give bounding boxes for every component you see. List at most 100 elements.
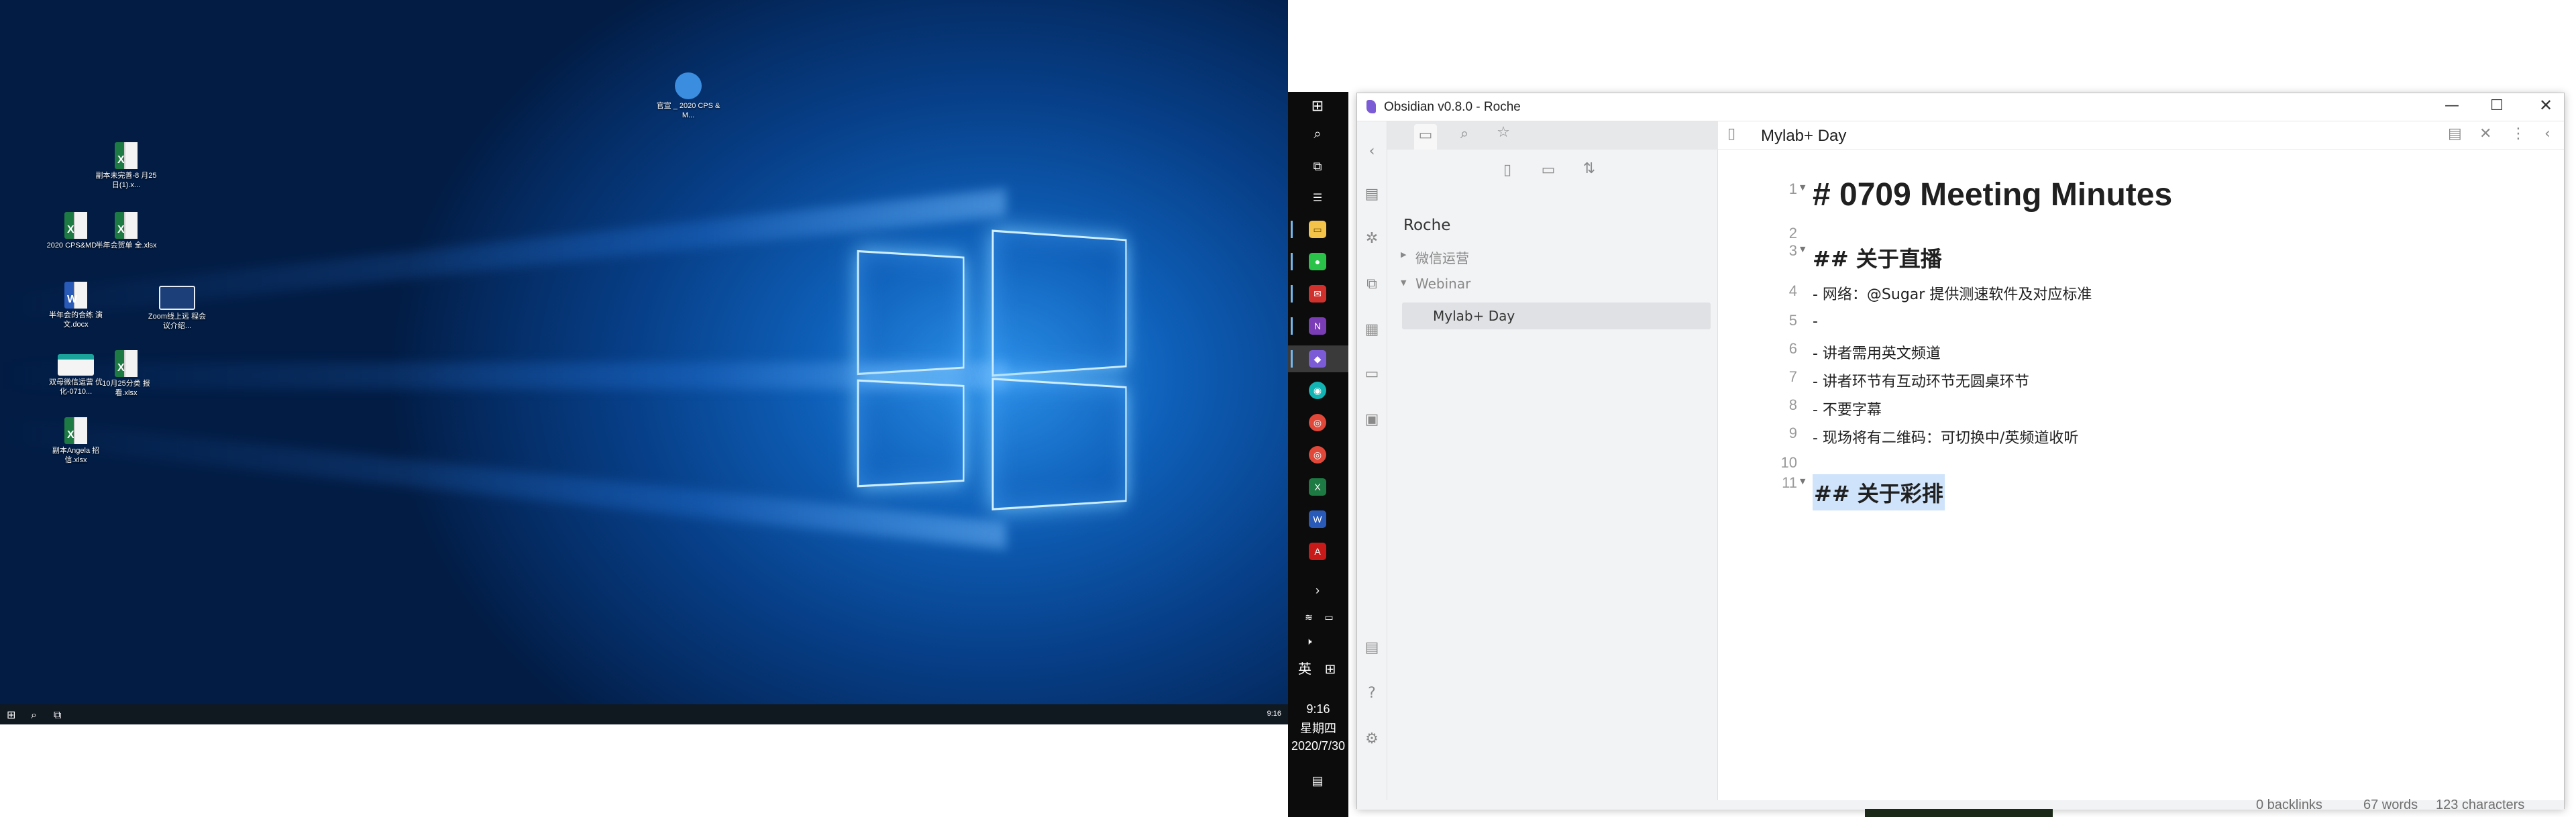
editor-line[interactable]: 6 - 讲者需用英文频道	[1745, 335, 2550, 362]
pdf-icon[interactable]: A	[1309, 543, 1326, 560]
fold-arrow-icon[interactable]: ▼	[1800, 183, 1805, 192]
title-bar[interactable]: Obsidian v0.8.0 - Roche — ☐ ✕	[1357, 93, 2564, 121]
new-folder-icon[interactable]: ▭	[1538, 162, 1559, 178]
line-number: 1	[1788, 180, 1797, 197]
obsidian-logo-icon	[1366, 100, 1376, 113]
chrome-icon[interactable]: ◎	[1309, 446, 1326, 464]
desktop-icon-excel[interactable]: X 副本Angela 招信.xlsx	[44, 417, 108, 465]
task-view-icon[interactable]: ⧉	[1309, 158, 1326, 175]
preview-toggle-icon[interactable]: ▤	[2448, 125, 2462, 142]
line-number: 7	[1788, 368, 1797, 385]
desktop-icon-excel[interactable]: X 半年会贺单 全.xlsx	[94, 212, 158, 250]
editor-pane: ▯ Mylab+ Day ▤ ✕ ⋮ ‹ 1 ▼ # 0709 Meeting …	[1718, 121, 2564, 800]
close-button[interactable]: ✕	[2539, 96, 2553, 115]
editor-content[interactable]: 1 ▼ # 0709 Meeting Minutes 2 3 ▼ ## 关于直播…	[1745, 154, 2536, 798]
starred-tab-icon[interactable]: ☆	[1492, 124, 1515, 141]
audio-recorder-icon[interactable]: ▣	[1362, 411, 1381, 428]
taskbar-clock: 9:16	[1267, 710, 1281, 718]
desktop-icon-excel[interactable]: X 副本未完善-8 月25日(1).x...	[94, 142, 158, 190]
editor-line[interactable]: 4 - 网络：@Sugar 提供测速软件及对应标准	[1745, 278, 2550, 305]
line-number: 2	[1788, 225, 1797, 241]
list-item: - 不要字幕	[1813, 402, 1882, 419]
excel-icon: X	[115, 212, 138, 239]
sidebar-folder-wechat[interactable]: ▶ 微信运营	[1401, 248, 1709, 269]
obsidian-icon[interactable]: ◆	[1309, 350, 1326, 368]
windows-logo-pane	[991, 378, 1127, 510]
windows-start-icon[interactable]: ⊞	[1309, 97, 1326, 115]
ime-language[interactable]: 英	[1296, 661, 1313, 678]
line-number: 9	[1788, 425, 1797, 441]
desktop-icon-folder[interactable]: 官宣 _ 2020 CPS & M...	[656, 72, 720, 120]
editor-line[interactable]: 11 ▼ ## 关于彩排	[1745, 473, 2550, 513]
chrome-icon[interactable]: ◎	[1309, 414, 1326, 431]
clock-date: 2020/7/30	[1291, 739, 1346, 753]
editor-line[interactable]: 8 - 不要字幕	[1745, 391, 2550, 419]
help-icon[interactable]: ?	[1362, 685, 1381, 702]
minimize-button[interactable]: —	[2445, 97, 2459, 114]
chevron-right-icon[interactable]: ›	[1309, 582, 1326, 599]
battery-icon[interactable]: ▭	[1320, 608, 1338, 626]
light-beam	[0, 417, 1006, 549]
search-tab-icon[interactable]: ⌕	[1453, 125, 1476, 142]
quick-switcher-icon[interactable]: ▤	[1362, 186, 1381, 203]
line-number: 3	[1788, 242, 1797, 259]
document-icon: ▯	[1727, 125, 1736, 142]
sidebar-folder-webinar[interactable]: ▼ Webinar	[1401, 276, 1709, 297]
graph-view-icon[interactable]: ✲	[1362, 230, 1381, 247]
new-note-icon[interactable]: ▯	[1497, 162, 1518, 178]
expand-right-sidebar-icon[interactable]: ‹	[2544, 125, 2551, 142]
windows-start-icon[interactable]: ⊞	[7, 708, 15, 721]
clock-weekday: 星期四	[1300, 722, 1336, 735]
sort-icon[interactable]: ⇅	[1578, 160, 1600, 177]
more-options-icon[interactable]: ⋮	[2511, 125, 2526, 142]
desktop-icon-label: 副本Angela 招信.xlsx	[52, 447, 100, 464]
task-view-icon[interactable]: ⧉	[54, 708, 61, 722]
browser-icon[interactable]: ◉	[1309, 382, 1326, 399]
fold-arrow-icon[interactable]: ▼	[1800, 245, 1805, 254]
list-item: - 讲者环节有互动环节无圆桌环节	[1813, 374, 2029, 390]
editor-line[interactable]: 10	[1745, 449, 2550, 476]
editor-line[interactable]: 7 - 讲者环节有互动环节无圆桌环节	[1745, 363, 2550, 390]
desktop-background-strip	[1865, 809, 2053, 817]
search-icon[interactable]: ⌕	[1309, 125, 1326, 143]
fold-arrow-icon[interactable]: ▼	[1800, 477, 1805, 486]
file-explorer-icon[interactable]: ▭	[1309, 221, 1326, 238]
desktop-icon-image[interactable]: Zoom线上远 程会议介绍...	[145, 286, 209, 331]
editor-line[interactable]: 3 ▼ ## 关于直播	[1745, 241, 2550, 273]
editor-line[interactable]: 5 -	[1745, 307, 2550, 333]
word-icon[interactable]: W	[1309, 510, 1326, 528]
volume-muted-icon[interactable]: 🕨	[1300, 633, 1318, 650]
open-vault-icon[interactable]: ▤	[1362, 639, 1381, 656]
notification-icon[interactable]: ▤	[1309, 772, 1326, 789]
close-pane-icon[interactable]: ✕	[2479, 125, 2491, 142]
editor-line[interactable]: 1 ▼ # 0709 Meeting Minutes	[1745, 176, 2550, 214]
excel-icon: X	[115, 142, 138, 169]
wifi-icon[interactable]: ≋	[1300, 608, 1318, 626]
excel-icon: X	[64, 417, 87, 444]
line-number: 4	[1788, 282, 1797, 299]
note-title[interactable]: Mylab+ Day	[1761, 127, 1846, 146]
backlinks-count[interactable]: 0 backlinks	[2256, 798, 2322, 813]
collapse-sidebar-icon[interactable]: ‹	[1362, 143, 1381, 160]
desktop-icon-label: 半年会的合练 演文.docx	[48, 311, 103, 329]
desktop-icon-excel[interactable]: X 10月25分类 报看.xlsx	[94, 350, 158, 398]
ime-mode-icon[interactable]: ⊞	[1322, 661, 1339, 678]
app-icon[interactable]: ☰	[1309, 190, 1326, 207]
search-icon[interactable]: ⌕	[31, 708, 37, 722]
onenote-icon[interactable]: N	[1309, 317, 1326, 335]
folder-label: Webinar	[1415, 276, 1471, 292]
archive-icon[interactable]: ▭	[1362, 366, 1381, 382]
plugins-icon[interactable]: ⧉	[1362, 276, 1381, 292]
excel-icon[interactable]: X	[1309, 478, 1326, 496]
settings-gear-icon[interactable]: ⚙	[1362, 730, 1381, 747]
maximize-button[interactable]: ☐	[2490, 97, 2504, 114]
wechat-icon[interactable]: ●	[1309, 253, 1326, 270]
vault-root-label[interactable]: Roche	[1403, 217, 1450, 234]
daily-note-icon[interactable]: ▦	[1362, 321, 1381, 338]
sidebar-file-mylab-day[interactable]: Mylab+ Day	[1402, 303, 1711, 329]
file-explorer-tab-icon[interactable]: ▭	[1414, 124, 1437, 150]
desktop-icon-word[interactable]: W 半年会的合练 演文.docx	[44, 282, 108, 329]
editor-line[interactable]: 9 - 现场将有二维码：可切换中/英频道收听	[1745, 419, 2550, 447]
taskbar-clock[interactable]: 9:16 星期四 2020/7/30	[1288, 702, 1348, 753]
mail-icon[interactable]: ✉	[1309, 285, 1326, 303]
